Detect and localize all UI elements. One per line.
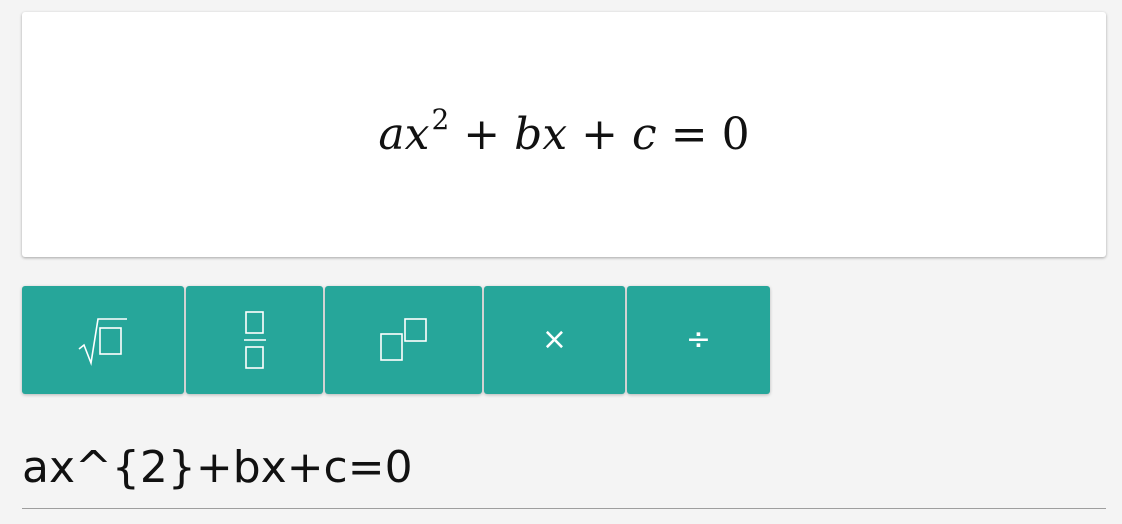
const-c: c bbox=[632, 109, 657, 160]
exponent: 2 bbox=[431, 103, 450, 136]
plus-operator: + bbox=[463, 109, 501, 160]
coef-b: b bbox=[514, 109, 543, 160]
latex-input-container bbox=[22, 428, 1106, 509]
rhs-value: 0 bbox=[721, 109, 750, 160]
divide-button[interactable]: ÷ bbox=[627, 286, 770, 394]
rendered-equation: ax2 + bx + c = 0 bbox=[378, 103, 750, 160]
superscript-button[interactable] bbox=[325, 286, 482, 394]
math-toolbar: × ÷ bbox=[22, 286, 772, 394]
sqrt-icon bbox=[77, 313, 129, 367]
coef-a: a bbox=[378, 109, 405, 160]
times-icon: × bbox=[541, 322, 568, 357]
times-button[interactable]: × bbox=[484, 286, 625, 394]
divide-icon: ÷ bbox=[685, 322, 712, 357]
sqrt-button[interactable] bbox=[22, 286, 184, 394]
equals-operator: = bbox=[670, 109, 708, 160]
fraction-button[interactable] bbox=[186, 286, 323, 394]
fraction-icon bbox=[243, 310, 267, 370]
var-x: x bbox=[542, 109, 568, 160]
var-x: x bbox=[404, 109, 430, 160]
superscript-icon bbox=[379, 316, 429, 364]
plus-operator: + bbox=[581, 109, 619, 160]
latex-input[interactable] bbox=[22, 428, 1106, 506]
math-display: ax2 + bx + c = 0 bbox=[22, 12, 1106, 257]
